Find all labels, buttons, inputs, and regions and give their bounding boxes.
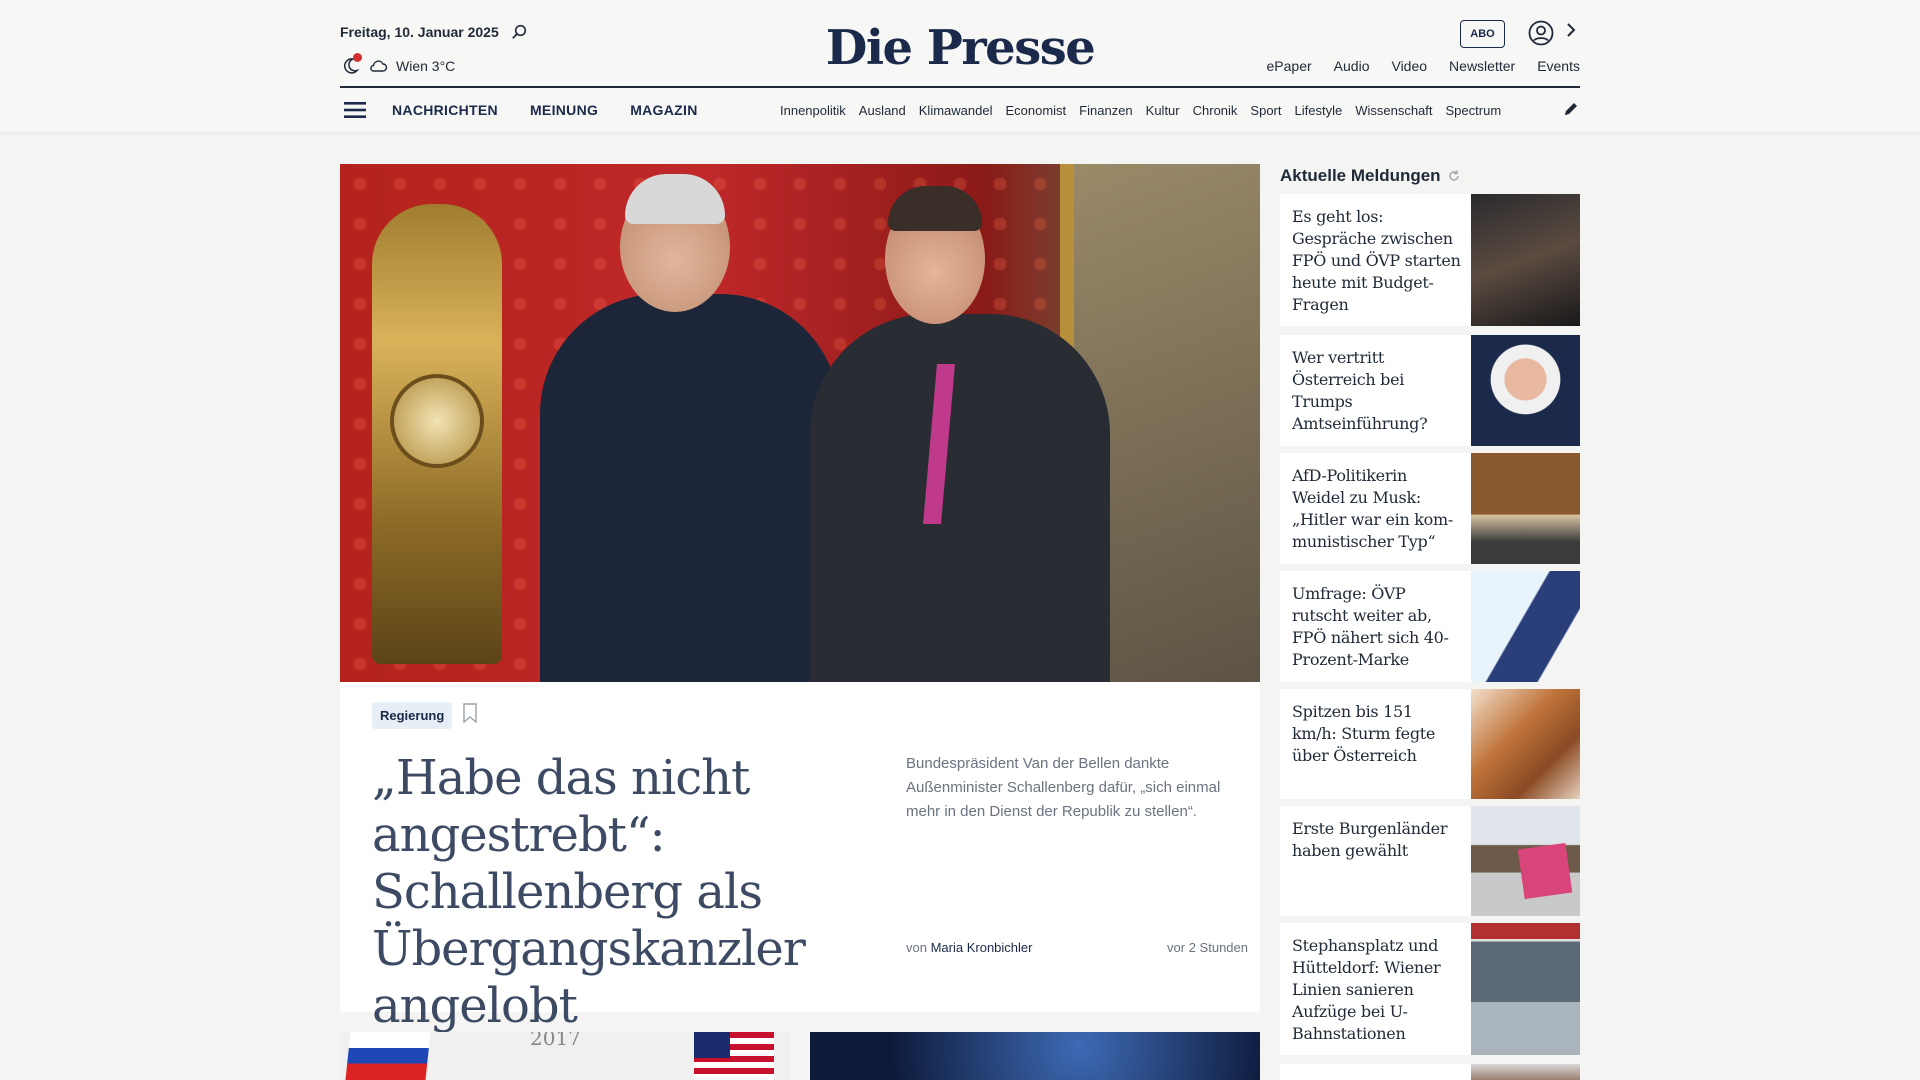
teaser-image-2[interactable]	[810, 1032, 1260, 1080]
news-thumbnail	[1471, 806, 1580, 916]
wahllokal-sign	[1517, 842, 1573, 900]
news-thumbnail	[1471, 571, 1580, 682]
news-headline: Erste Burgenländer haben gewählt	[1292, 819, 1448, 860]
site-header: Freitag, 10. Januar 2025 Wien 3°C Die Pr…	[0, 0, 1920, 132]
news-item[interactable]: Sie will Do	[1280, 1064, 1580, 1080]
top-links: ePaper Audio Video Newsletter Events	[1267, 58, 1580, 74]
top-link-audio[interactable]: Audio	[1334, 58, 1370, 74]
clock-face	[390, 374, 484, 468]
bookmark-icon[interactable]	[462, 703, 478, 728]
chevron-right-icon[interactable]	[1566, 22, 1576, 43]
nav-nachrichten[interactable]: NACHRICHTEN	[392, 102, 498, 118]
news-item[interactable]: AfD-Politikerin Weidel zu Musk: „Hitler …	[1280, 453, 1580, 564]
news-headline: Stephansplatz und Hütteldorf: Wiener Lin…	[1292, 936, 1441, 1043]
byline: von Maria Kronbichler	[906, 940, 1032, 955]
hero-headline[interactable]: „Habe das nicht ange­strebt“: Schallenbe…	[372, 750, 862, 1035]
hero-image[interactable]	[340, 164, 1260, 682]
russian-flag	[345, 1032, 431, 1080]
sidebar-title: Aktuelle Meldungen	[1280, 164, 1580, 188]
nav-meinung[interactable]: MEINUNG	[530, 102, 598, 118]
category-tag[interactable]: Regierung	[372, 702, 453, 729]
notification-dot	[353, 53, 362, 62]
news-thumbnail	[1471, 1064, 1580, 1080]
news-thumbnail	[1471, 194, 1580, 326]
news-headline: Umfrage: ÖVP rutscht weiter ab, FPÖ nähe…	[1292, 584, 1449, 669]
sub-nav-fade	[1508, 88, 1548, 132]
top-link-events[interactable]: Events	[1537, 58, 1580, 74]
subnav-klimawandel[interactable]: Klimawandel	[919, 103, 993, 118]
site-logo[interactable]: Die Presse	[826, 20, 1096, 76]
date-line: Freitag, 10. Januar 2025	[340, 24, 527, 40]
tag-row: Regierung	[372, 702, 478, 729]
main-nav-links: NACHRICHTEN MEINUNG MAGAZIN	[392, 102, 698, 118]
cloud-icon	[370, 60, 388, 72]
news-item[interactable]: Es geht los: Gespräche zwischen FPÖ und …	[1280, 194, 1580, 326]
person-right	[810, 314, 1110, 682]
author-link[interactable]: Maria Kronbichler	[931, 940, 1033, 955]
news-headline: Sie will Do	[1280, 1064, 1471, 1080]
news-item[interactable]: Stephansplatz und Hütteldorf: Wiener Lin…	[1280, 923, 1580, 1055]
subnav-ausland[interactable]: Ausland	[859, 103, 906, 118]
publish-time: vor 2 Stunden	[1167, 940, 1248, 955]
pencil-icon[interactable]	[1562, 100, 1580, 123]
top-link-epaper[interactable]: ePaper	[1267, 58, 1312, 74]
subnav-wissenschaft[interactable]: Wissenschaft	[1355, 103, 1432, 118]
news-item[interactable]: Wer vertritt Österreich bei Trumps Amtse…	[1280, 335, 1580, 446]
news-headline: Spitzen bis 151 km/h: Sturm fegte über Ö…	[1292, 702, 1436, 765]
news-item[interactable]: Erste Burgenländer haben gewählt	[1280, 806, 1580, 916]
byline-prefix: von	[906, 940, 927, 955]
news-headline: Es geht los: Gespräche zwischen FPÖ und …	[1292, 207, 1461, 314]
gilded-clock	[372, 204, 502, 664]
user-account-icon[interactable]	[1528, 20, 1554, 51]
hero-teaser: Bundespräsident Van der Bellen dankte Au…	[906, 755, 1221, 820]
hamburger-menu-icon[interactable]	[344, 101, 366, 119]
news-thumbnail	[1471, 689, 1580, 799]
top-link-video[interactable]: Video	[1391, 58, 1427, 74]
person-left	[540, 294, 840, 682]
subnav-finanzen[interactable]: Finanzen	[1079, 103, 1132, 118]
refresh-icon	[1448, 170, 1459, 181]
news-thumbnail	[1471, 335, 1580, 446]
teaser-image-1[interactable]: 2017	[340, 1032, 790, 1080]
us-flag	[694, 1032, 774, 1080]
subnav-kultur[interactable]: Kultur	[1146, 103, 1180, 118]
main-navigation: NACHRICHTEN MEINUNG MAGAZIN Innenpolitik…	[340, 88, 1580, 132]
latest-news-sidebar: Aktuelle Meldungen Es geht los: Gespräch…	[1280, 164, 1580, 1080]
abo-button[interactable]: ABO	[1460, 20, 1505, 48]
subnav-sport[interactable]: Sport	[1250, 103, 1281, 118]
sidebar-title-text: Aktuelle Meldungen	[1280, 166, 1441, 185]
hero-article[interactable]: Regierung „Habe das nicht ange­strebt“: …	[340, 164, 1260, 1034]
nav-magazin[interactable]: MAGAZIN	[630, 102, 697, 118]
weather-text: Wien 3°C	[396, 58, 456, 74]
news-item[interactable]: Spitzen bis 151 km/h: Sturm fegte über Ö…	[1280, 689, 1580, 799]
sub-nav-links: Innenpolitik Ausland Klimawandel Economi…	[780, 88, 1548, 132]
subnav-innenpolitik[interactable]: Innenpolitik	[780, 103, 846, 118]
subnav-economist[interactable]: Economist	[1005, 103, 1066, 118]
news-thumbnail	[1471, 923, 1580, 1055]
weather-line: Wien 3°C	[340, 53, 456, 76]
current-date: Freitag, 10. Januar 2025	[340, 24, 499, 40]
year-fragment: 2017	[530, 1032, 581, 1050]
subnav-spectrum[interactable]: Spectrum	[1446, 103, 1502, 118]
subnav-lifestyle[interactable]: Lifestyle	[1295, 103, 1343, 118]
search-icon[interactable]	[511, 24, 527, 40]
news-headline: Wer vertritt Österreich bei Trumps Amtse…	[1292, 348, 1428, 433]
dark-mode-toggle[interactable]	[340, 53, 362, 76]
news-item[interactable]: Umfrage: ÖVP rutscht weiter ab, FPÖ nähe…	[1280, 571, 1580, 682]
news-headline: AfD-Politikerin Weidel zu Musk: „Hitler …	[1292, 466, 1454, 551]
top-link-newsletter[interactable]: Newsletter	[1449, 58, 1515, 74]
news-thumbnail	[1471, 453, 1580, 564]
subnav-chronik[interactable]: Chronik	[1193, 103, 1238, 118]
